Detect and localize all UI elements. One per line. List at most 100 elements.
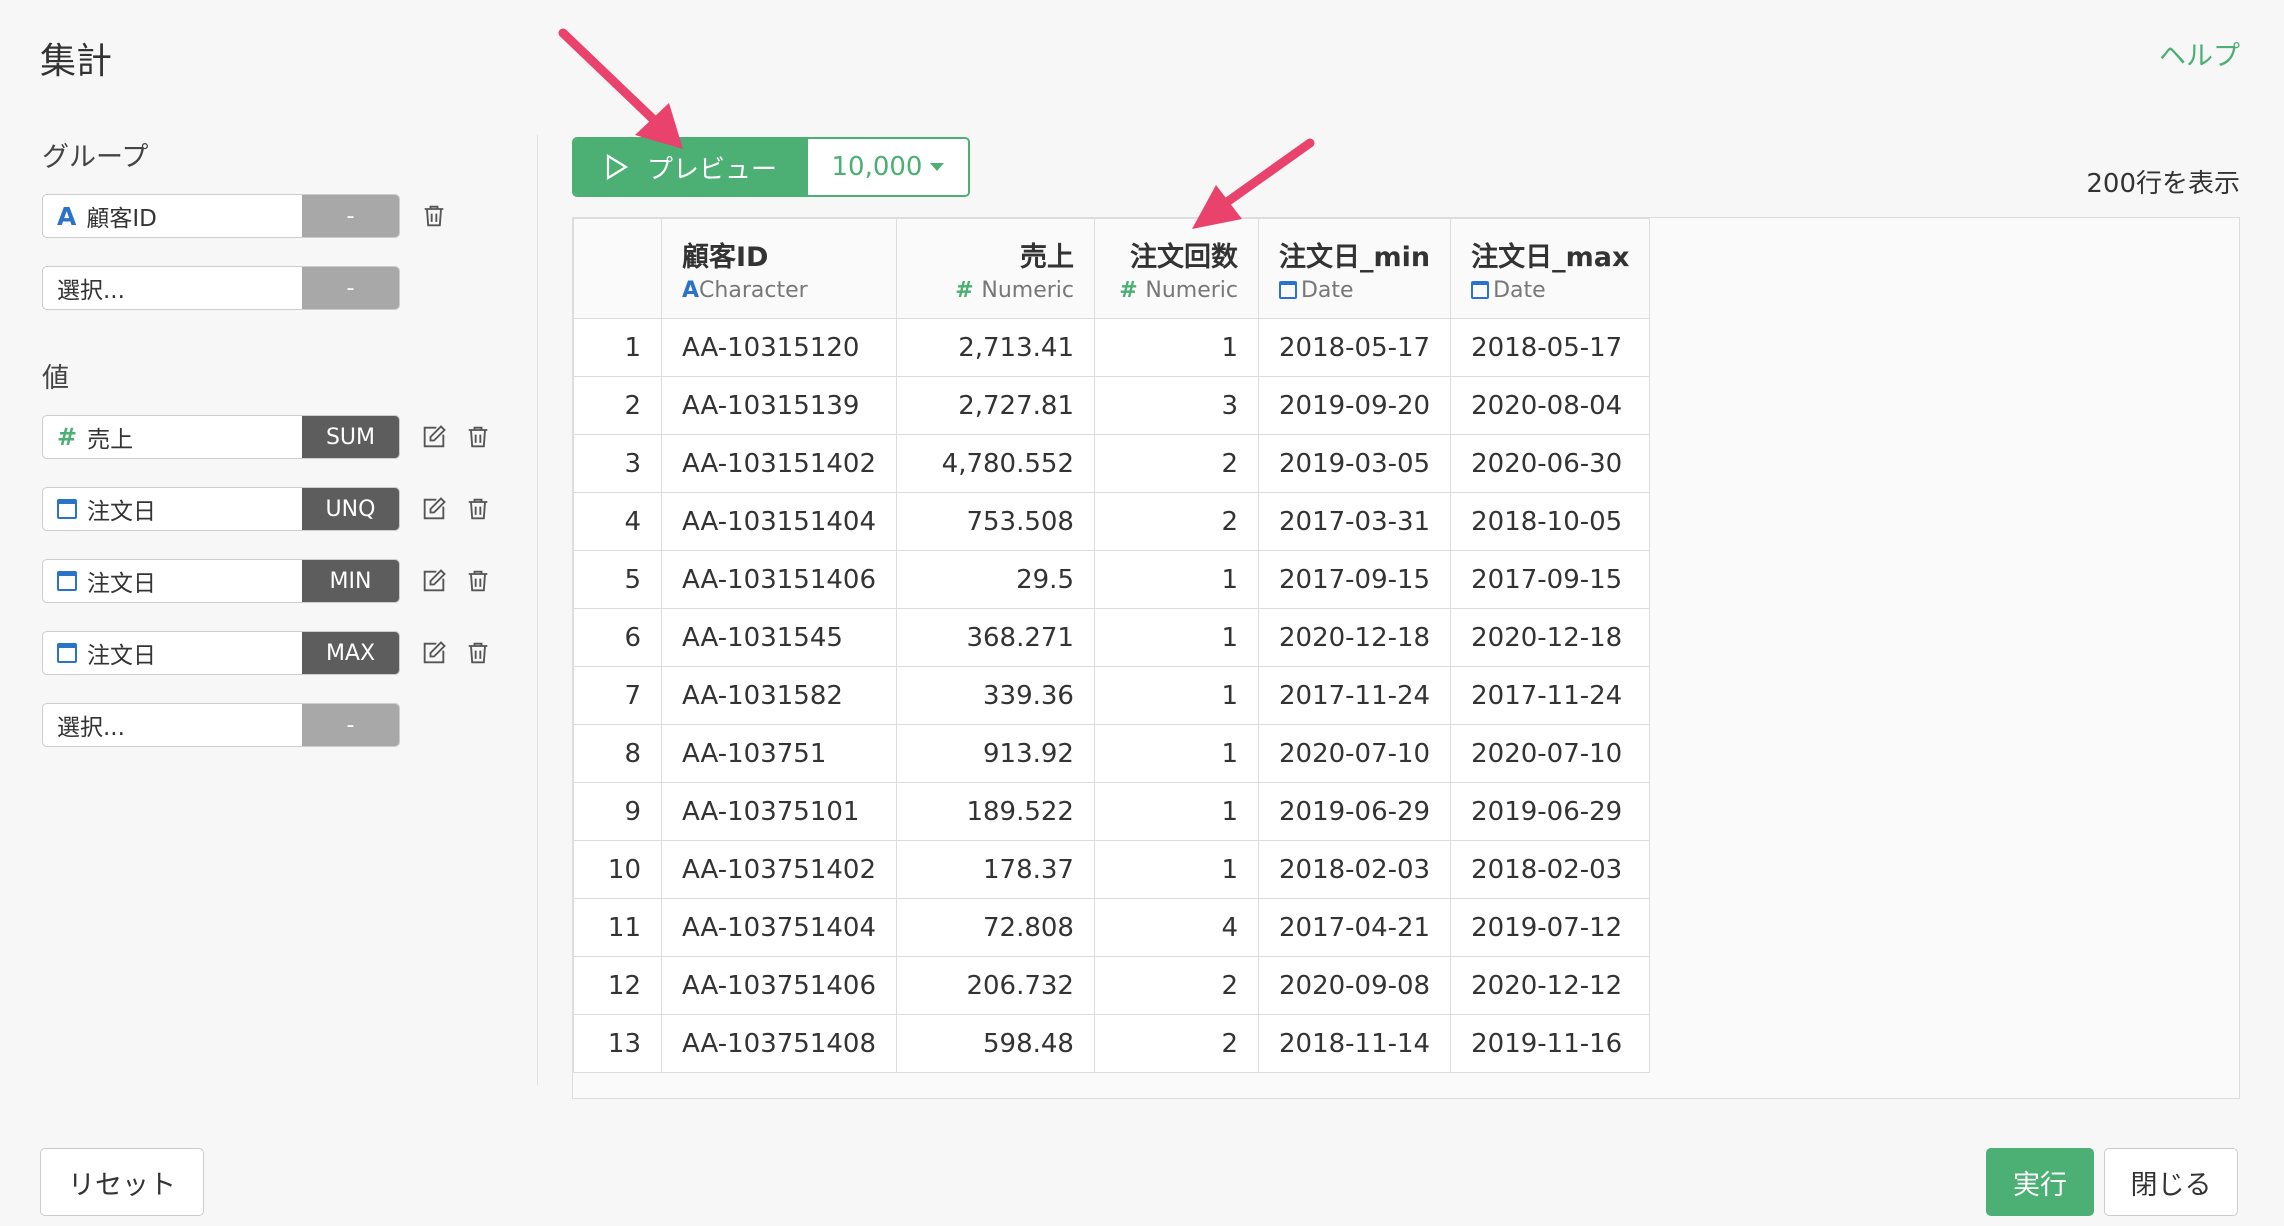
trash-icon[interactable] bbox=[464, 422, 492, 452]
value-select-placeholder: 選択... bbox=[57, 715, 125, 741]
row-index: 7 bbox=[573, 666, 662, 725]
row-index: 1 bbox=[573, 318, 662, 377]
edit-icon[interactable] bbox=[420, 638, 448, 668]
preview-count-dropdown[interactable]: 10,000 bbox=[808, 139, 968, 195]
row-index: 5 bbox=[573, 550, 662, 609]
group-func[interactable]: - bbox=[302, 195, 399, 237]
table-cell: 2 bbox=[1093, 492, 1259, 551]
preview-button[interactable]: プレビュー bbox=[574, 139, 808, 195]
table-cell: 4 bbox=[1093, 898, 1259, 957]
date-icon bbox=[57, 643, 77, 663]
table-row[interactable]: 7 AA-1031582 339.36 1 2017-11-24 2017-11-24 bbox=[573, 666, 1651, 725]
table-cell: 2,713.41 bbox=[895, 318, 1095, 377]
group-section-label: グループ bbox=[42, 142, 149, 173]
aggregate-func[interactable]: SUM bbox=[302, 416, 399, 458]
character-icon: A bbox=[57, 201, 77, 231]
table-cell: 2019-06-29 bbox=[1257, 782, 1452, 841]
reset-button[interactable]: リセット bbox=[40, 1148, 204, 1216]
table-row[interactable]: 13 AA-103751408 598.48 2 2018-11-14 2019-11-1… bbox=[573, 1014, 1651, 1073]
edit-icon[interactable] bbox=[420, 494, 448, 524]
group-row: A 顧客ID - bbox=[42, 194, 522, 238]
group-column-select[interactable]: 選択... - bbox=[42, 266, 400, 310]
run-button[interactable]: 実行 bbox=[1986, 1148, 2094, 1216]
row-index: 10 bbox=[573, 840, 662, 899]
table-cell: 2018-11-14 bbox=[1257, 1014, 1452, 1073]
table-cell: 2019-07-12 bbox=[1450, 898, 1651, 957]
table-cell: AA-103751406 bbox=[661, 956, 897, 1015]
table-cell: 2019-11-16 bbox=[1450, 1014, 1651, 1073]
edit-icon[interactable] bbox=[420, 566, 448, 596]
aggregate-func[interactable]: MIN bbox=[302, 560, 399, 602]
table-cell: 2017-11-24 bbox=[1450, 666, 1651, 725]
table-cell: 2,727.81 bbox=[895, 376, 1095, 435]
aggregate-func[interactable]: MAX bbox=[302, 632, 399, 674]
value-column-select[interactable]: 注文日 MIN bbox=[42, 559, 400, 603]
table-row[interactable]: 9 AA-10375101 189.522 1 2019-06-29 2019-06-29 bbox=[573, 782, 1651, 841]
table-cell: 2020-07-10 bbox=[1257, 724, 1452, 783]
row-index: 13 bbox=[573, 1014, 662, 1073]
table-cell: 72.808 bbox=[895, 898, 1095, 957]
aggregate-func[interactable]: UNQ bbox=[302, 488, 399, 530]
table-header-row: 顧客ID ACharacter 売上 # Numeric 注文回数 # Nume… bbox=[573, 218, 1651, 319]
table-row[interactable]: 2 AA-10315139 2,727.81 3 2019-09-20 2020-08-0… bbox=[573, 376, 1651, 435]
value-column-select[interactable]: 選択... - bbox=[42, 703, 400, 747]
table-cell: 2020-12-12 bbox=[1450, 956, 1651, 1015]
table-cell: 2020-09-08 bbox=[1257, 956, 1452, 1015]
value-column-name: 注文日 bbox=[87, 643, 156, 669]
trash-icon[interactable] bbox=[420, 201, 448, 231]
table-row[interactable]: 10 AA-103751402 178.37 1 2018-02-03 2018-02-0… bbox=[573, 840, 1651, 899]
trash-icon[interactable] bbox=[464, 638, 492, 668]
row-index: 3 bbox=[573, 434, 662, 493]
value-column-name: 売上 bbox=[87, 427, 134, 453]
table-row[interactable]: 8 AA-103751 913.92 1 2020-07-10 2020-07-10 bbox=[573, 724, 1651, 783]
date-icon bbox=[57, 499, 77, 519]
trash-icon[interactable] bbox=[464, 566, 492, 596]
table-cell: 2018-05-17 bbox=[1257, 318, 1452, 377]
column-header[interactable]: 売上 # Numeric bbox=[895, 218, 1095, 319]
column-header[interactable]: 注文日_max Date bbox=[1450, 218, 1651, 319]
group-column-select[interactable]: A 顧客ID - bbox=[42, 194, 400, 238]
table-cell: 753.508 bbox=[895, 492, 1095, 551]
trash-icon[interactable] bbox=[464, 494, 492, 524]
table-cell: 2 bbox=[1093, 434, 1259, 493]
aggregate-func[interactable]: - bbox=[302, 704, 399, 746]
table-cell: 29.5 bbox=[895, 550, 1095, 609]
column-header[interactable]: 顧客ID ACharacter bbox=[661, 218, 897, 319]
table-cell: 1 bbox=[1093, 666, 1259, 725]
table-row[interactable]: 12 AA-103751406 206.732 2 2020-09-08 2020-12-… bbox=[573, 956, 1651, 1015]
edit-icon[interactable] bbox=[420, 422, 448, 452]
table-cell: 1 bbox=[1093, 782, 1259, 841]
table-cell: AA-10315139 bbox=[661, 376, 897, 435]
table-cell: 2017-04-21 bbox=[1257, 898, 1452, 957]
table-row[interactable]: 3 AA-103151402 4,780.552 2 2019-03-05 2020-06… bbox=[573, 434, 1651, 493]
preview-count-value: 10,000 bbox=[831, 152, 923, 182]
column-header[interactable]: 注文日_min Date bbox=[1257, 218, 1452, 319]
table-cell: 2 bbox=[1093, 956, 1259, 1015]
table-row[interactable]: 4 AA-103151404 753.508 2 2017-03-31 2018-10-0… bbox=[573, 492, 1651, 551]
value-column-select[interactable]: 注文日 MAX bbox=[42, 631, 400, 675]
table-cell: 2020-06-30 bbox=[1450, 434, 1651, 493]
table-row[interactable]: 1 AA-10315120 2,713.41 1 2018-05-17 2018-05-1… bbox=[573, 318, 1651, 377]
table-row[interactable]: 11 AA-103751404 72.808 4 2017-04-21 2019-07-1… bbox=[573, 898, 1651, 957]
column-header[interactable]: 注文回数 # Numeric bbox=[1093, 218, 1259, 319]
table-cell: 189.522 bbox=[895, 782, 1095, 841]
value-column-select[interactable]: # 売上 SUM bbox=[42, 415, 400, 459]
table-cell: AA-103751408 bbox=[661, 1014, 897, 1073]
table-cell: 1 bbox=[1093, 608, 1259, 667]
help-link[interactable]: ヘルプ bbox=[2159, 34, 2240, 73]
value-row: 注文日 UNQ bbox=[42, 487, 522, 531]
table-row[interactable]: 6 AA-1031545 368.271 1 2020-12-18 2020-12-18 bbox=[573, 608, 1651, 667]
value-column-select[interactable]: 注文日 UNQ bbox=[42, 487, 400, 531]
table-cell: 4,780.552 bbox=[895, 434, 1095, 493]
table-row[interactable]: 5 AA-103151406 29.5 1 2017-09-15 2017-09-15 bbox=[573, 550, 1651, 609]
close-button[interactable]: 閉じる bbox=[2104, 1148, 2238, 1216]
table-cell: 2018-10-05 bbox=[1450, 492, 1651, 551]
group-select-placeholder: 選択... bbox=[57, 278, 125, 304]
group-func[interactable]: - bbox=[302, 267, 399, 309]
preview-table-container[interactable]: 顧客ID ACharacter 売上 # Numeric 注文回数 # Nume… bbox=[572, 217, 2240, 1099]
row-index: 9 bbox=[573, 782, 662, 841]
group-row: 選択... - bbox=[42, 266, 522, 310]
row-index: 4 bbox=[573, 492, 662, 551]
table-cell: 2020-07-10 bbox=[1450, 724, 1651, 783]
value-row: 注文日 MIN bbox=[42, 559, 522, 603]
